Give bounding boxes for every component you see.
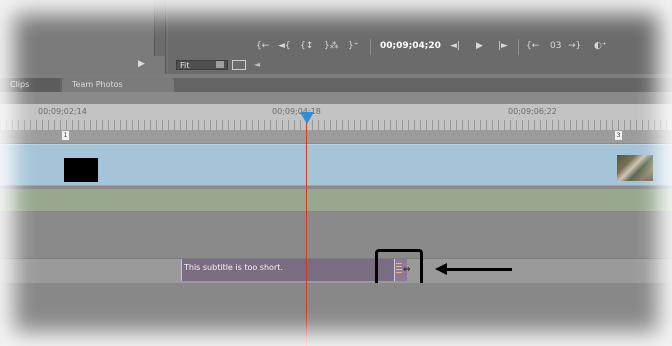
tab-clips[interactable]: Clips	[0, 78, 60, 92]
marker-icon[interactable]: 3	[615, 131, 622, 140]
toolbar-divider	[518, 39, 519, 55]
lift-button[interactable]: {←	[526, 41, 539, 51]
play-icon[interactable]: ▶	[138, 59, 145, 69]
arrow-icon	[440, 268, 512, 271]
ruler-timecode-right: 00;09;06;22	[508, 107, 557, 116]
marker-icon[interactable]: 1	[62, 131, 69, 140]
subtitle-clip-label: This subtitle is too short.	[184, 263, 283, 272]
frame-count: 03	[550, 41, 562, 51]
mark-out-button[interactable]: ◄{	[278, 41, 291, 51]
black-video-clip[interactable]	[64, 158, 98, 182]
arrowhead-icon	[435, 263, 447, 275]
current-time-indicator[interactable]	[306, 112, 307, 346]
tab-team-photos[interactable]: Team Photos	[62, 78, 174, 92]
extract-button[interactable]: →}	[568, 41, 581, 51]
photo-clip-thumbnail[interactable]	[617, 155, 653, 181]
project-scrollbar[interactable]	[154, 0, 165, 56]
mark-in-button[interactable]: {←	[256, 41, 269, 51]
play-button[interactable]: ▶	[476, 41, 483, 51]
step-forward-button[interactable]: |►	[498, 41, 508, 51]
safe-margins-icon[interactable]	[232, 60, 246, 70]
timecode-display[interactable]: 00;09;04;20	[380, 41, 441, 51]
ruler-timecode-left: 00;09;02;14	[38, 107, 87, 116]
project-panel: ▶	[0, 0, 166, 74]
work-area-bar[interactable]	[0, 130, 672, 143]
timecode-value: 00;09;04;20	[380, 41, 441, 51]
set-marker-button[interactable]: }⁺	[348, 41, 358, 51]
app-window: ▶ {← ◄{ {↕ }⁂ }⁺ 00;09;04;20 ◄| ▶ |► {← …	[0, 0, 672, 346]
export-frame-button[interactable]: ◐⁺	[594, 41, 607, 51]
audio-track	[0, 189, 672, 212]
ruler-ticks	[0, 120, 672, 130]
timeline-ruler[interactable]: 00;09;02;14 00;09;04;18 00;09;06;22	[0, 104, 672, 131]
toolbar-divider	[370, 39, 371, 55]
playhead-icon[interactable]	[300, 112, 314, 124]
chevron-down-icon[interactable]	[216, 61, 224, 68]
video-track	[0, 144, 672, 186]
go-to-in-button[interactable]: {↕	[300, 41, 313, 51]
empty-track	[0, 212, 672, 258]
arrow-left-icon[interactable]: ◄	[254, 60, 260, 69]
go-to-out-button[interactable]: }⁂	[324, 41, 339, 51]
timeline-empty-area	[0, 283, 672, 346]
step-back-button[interactable]: ◄|	[450, 41, 460, 51]
timeline-tabs: Clips Team Photos	[0, 78, 672, 93]
